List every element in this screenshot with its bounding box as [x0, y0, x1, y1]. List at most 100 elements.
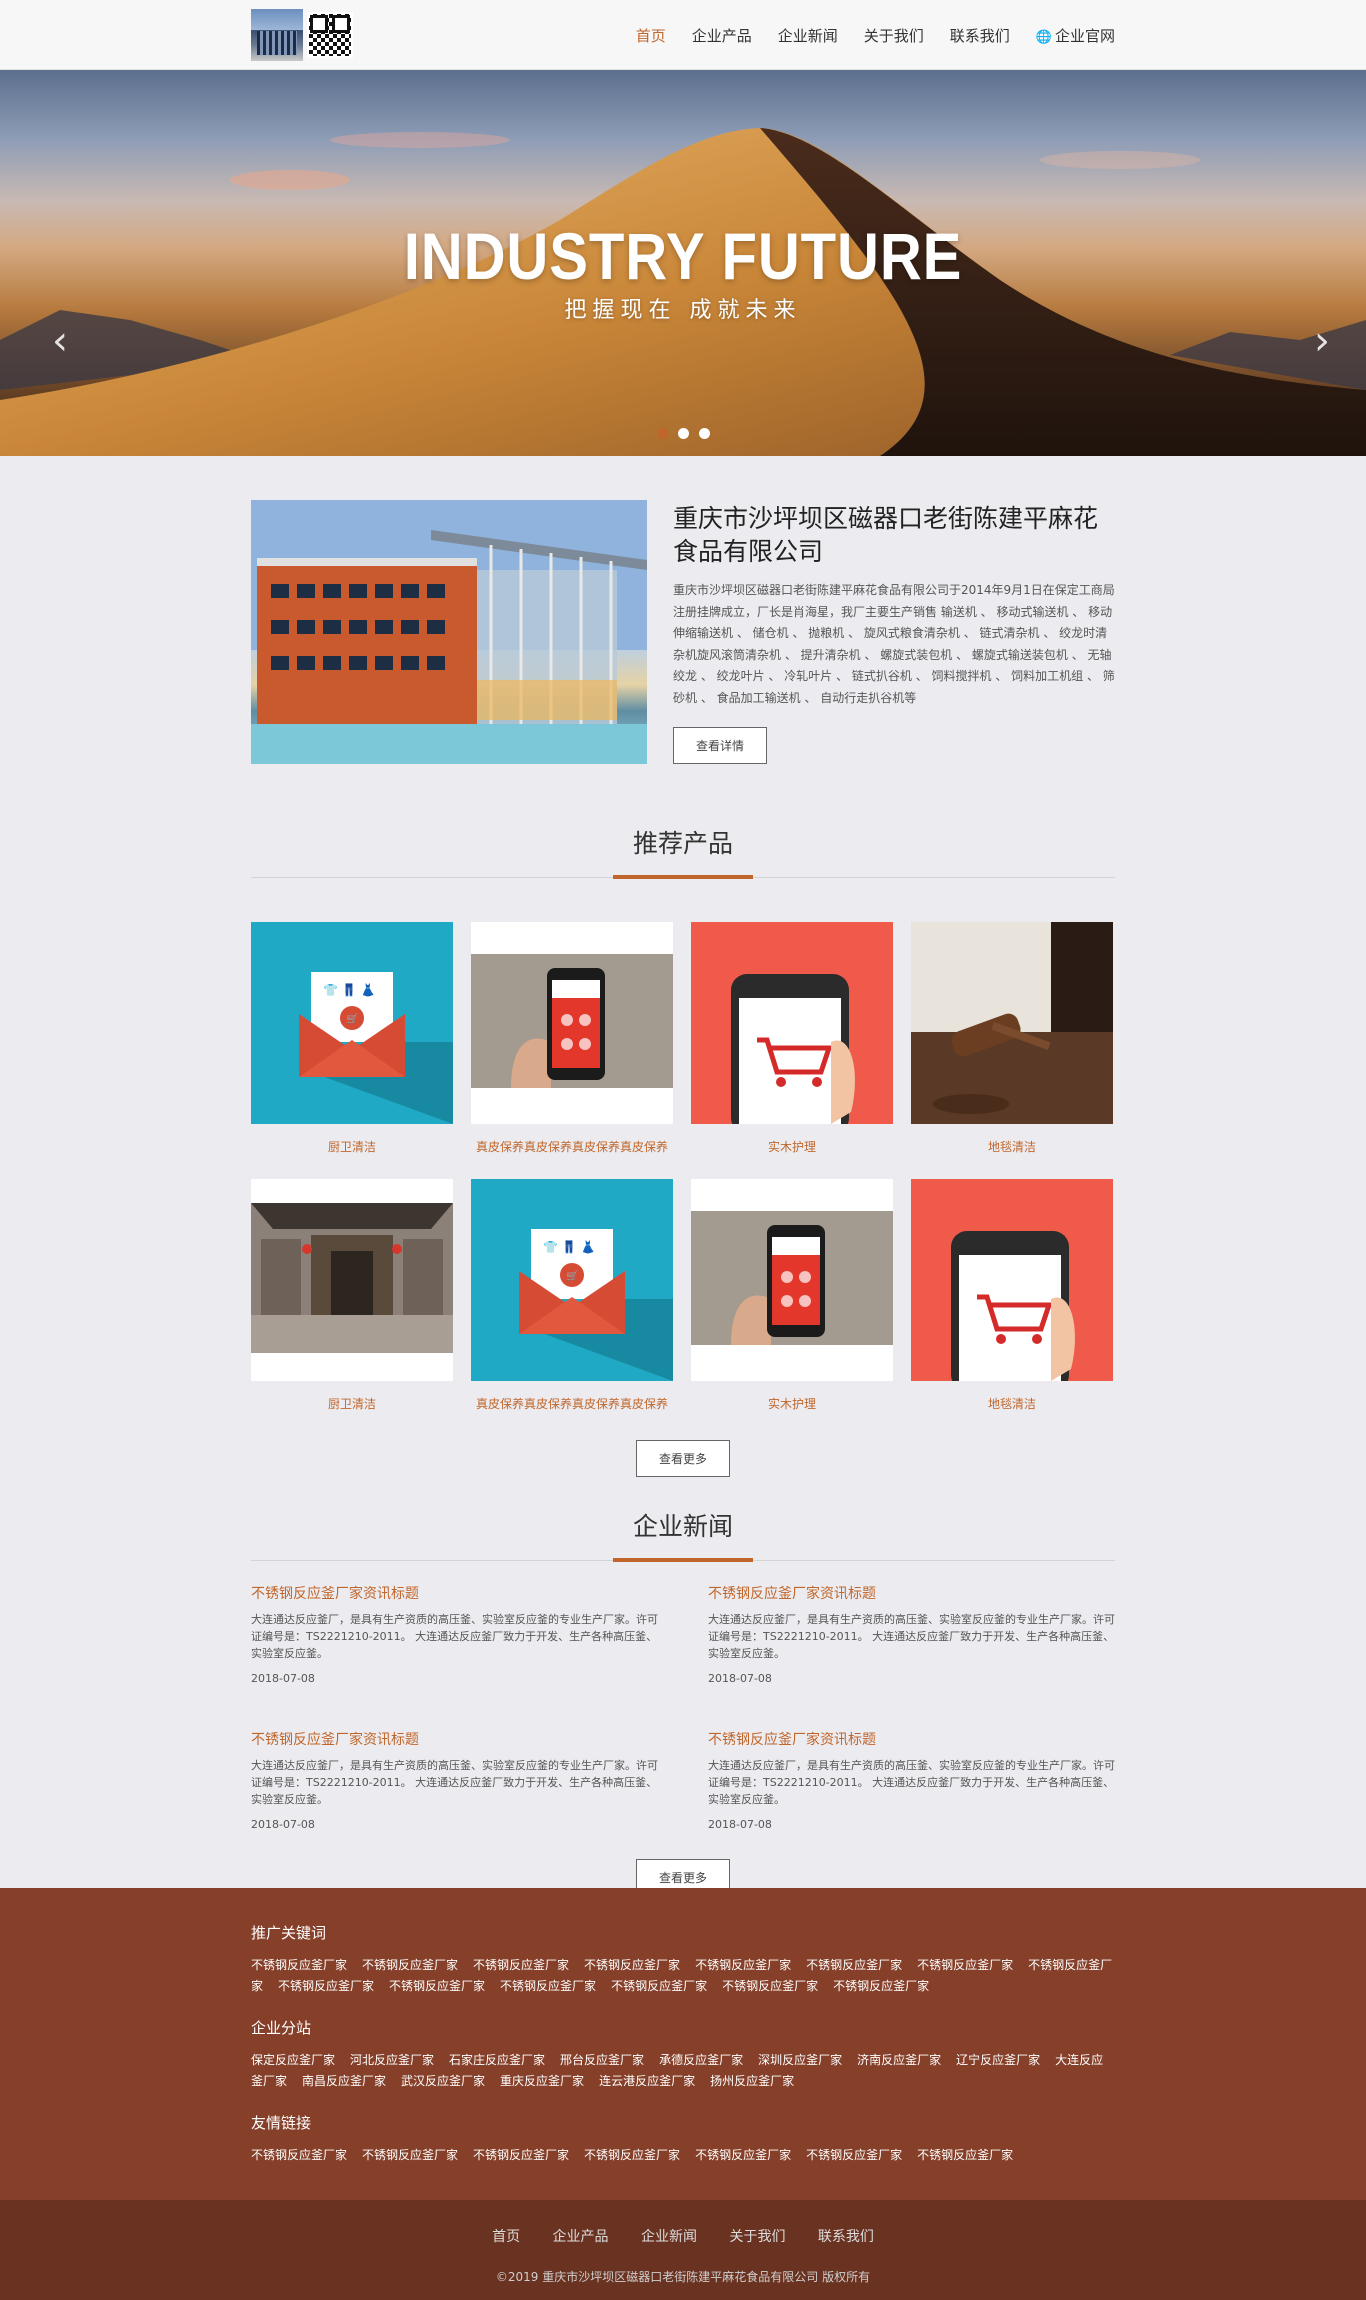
- carousel-dots: [0, 428, 1366, 439]
- footer-nav-news[interactable]: 企业新闻: [641, 2229, 697, 2245]
- nav-item-news[interactable]: 企业新闻: [778, 25, 838, 46]
- company-intro: 重庆市沙坪坝区磁器口老街陈建平麻花食品有限公司于2014年9月1日在保定工商局注…: [673, 583, 1115, 705]
- product-caption[interactable]: 地毯清洁: [911, 1395, 1113, 1412]
- footer-link[interactable]: 不锈钢反应釜厂家: [500, 1979, 596, 1993]
- product-image-phone-cart: [911, 1179, 1113, 1381]
- footer-link[interactable]: 不锈钢反应釜厂家: [695, 2148, 791, 2162]
- news-title[interactable]: 不锈钢反应釜厂家资讯标题: [251, 1583, 658, 1603]
- news-title[interactable]: 不锈钢反应釜厂家资讯标题: [708, 1583, 1115, 1603]
- product-caption[interactable]: 地毯清洁: [911, 1138, 1113, 1155]
- product-caption[interactable]: 实木护理: [691, 1395, 893, 1412]
- footer-nav-home[interactable]: 首页: [492, 2229, 520, 2245]
- footer-link[interactable]: 不锈钢反应釜厂家: [389, 1979, 485, 1993]
- news-item: 不锈钢反应釜厂家资讯标题 大连通达反应釜厂，是具有生产资质的高压釜、实验室反应釜…: [708, 1729, 1115, 1831]
- product-card[interactable]: 地毯清洁: [911, 1179, 1113, 1412]
- heading-accent-bar: [613, 875, 753, 879]
- news-heading-block: 企业新闻: [251, 1507, 1115, 1562]
- nav-item-contact[interactable]: 联系我们: [950, 25, 1010, 46]
- footer-link[interactable]: 不锈钢反应釜厂家: [722, 1979, 818, 1993]
- news-heading: 企业新闻: [632, 1512, 733, 1541]
- footer-link[interactable]: 不锈钢反应釜厂家: [833, 1979, 929, 1993]
- products-heading-block: 推荐产品: [251, 824, 1115, 879]
- svg-text:👕 👖 👗: 👕 👖 👗: [323, 983, 375, 997]
- news-title[interactable]: 不锈钢反应釜厂家资讯标题: [251, 1729, 658, 1749]
- footer-nav-products[interactable]: 企业产品: [553, 2229, 609, 2245]
- carousel-dot-3[interactable]: [698, 428, 710, 439]
- footer-link[interactable]: 石家庄反应釜厂家: [449, 2053, 545, 2067]
- product-card[interactable]: 👕 👖 👗 🛒 厨卫清洁: [251, 922, 453, 1155]
- products-more-button[interactable]: 查看更多: [635, 1440, 730, 1477]
- footer-link[interactable]: 不锈钢反应釜厂家: [611, 1979, 707, 1993]
- footer-link[interactable]: 保定反应釜厂家: [251, 2053, 335, 2067]
- footer-link[interactable]: 南昌反应釜厂家: [302, 2074, 386, 2088]
- view-details-button[interactable]: 查看详情: [673, 727, 768, 764]
- footer-link[interactable]: 不锈钢反应釜厂家: [362, 1958, 458, 1972]
- product-caption[interactable]: 实木护理: [691, 1138, 893, 1155]
- product-caption[interactable]: 真皮保养真皮保养真皮保养真皮保养: [471, 1138, 673, 1155]
- news-summary: 大连通达反应釜厂，是具有生产资质的高压釜、实验室反应釜的专业生产厂家。许可证编号…: [251, 1759, 658, 1806]
- news-list: 不锈钢反应釜厂家资讯标题 大连通达反应釜厂，是具有生产资质的高压釜、实验室反应釜…: [251, 1583, 1115, 1831]
- footer-link[interactable]: 不锈钢反应釜厂家: [806, 1958, 902, 1972]
- nav-item-official-site[interactable]: 🌐 企业官网: [1036, 25, 1115, 46]
- footer-link[interactable]: 不锈钢反应釜厂家: [695, 1958, 791, 1972]
- footer-link[interactable]: 不锈钢反应釜厂家: [251, 2148, 347, 2162]
- footer-link[interactable]: 武汉反应釜厂家: [401, 2074, 485, 2088]
- products-heading: 推荐产品: [632, 829, 733, 858]
- footer-link[interactable]: 不锈钢反应釜厂家: [584, 2148, 680, 2162]
- footer-link[interactable]: 不锈钢反应釜厂家: [917, 2148, 1013, 2162]
- footer-link[interactable]: 不锈钢反应釜厂家: [806, 2148, 902, 2162]
- banner-next-arrow-icon[interactable]: ›: [1314, 318, 1330, 364]
- footer-link[interactable]: 不锈钢反应釜厂家: [278, 1979, 374, 1993]
- product-card[interactable]: 真皮保养真皮保养真皮保养真皮保养: [471, 922, 673, 1155]
- nav-item-home[interactable]: 首页: [636, 25, 666, 46]
- product-card[interactable]: 地毯清洁: [911, 922, 1113, 1155]
- footer-link[interactable]: 承德反应釜厂家: [659, 2053, 743, 2067]
- product-card[interactable]: 👕 👖 👗 🛒 真皮保养真皮保养真皮保养真皮保养: [471, 1179, 673, 1412]
- footer-link[interactable]: 邢台反应釜厂家: [560, 2053, 644, 2067]
- footer-link[interactable]: 连云港反应釜厂家: [599, 2074, 695, 2088]
- carousel-dot-2[interactable]: [677, 428, 689, 439]
- product-caption[interactable]: 厨卫清洁: [251, 1138, 453, 1155]
- svg-text:🛒: 🛒: [346, 1012, 358, 1025]
- footer-link[interactable]: 济南反应釜厂家: [857, 2053, 941, 2067]
- nav-item-products[interactable]: 企业产品: [692, 25, 752, 46]
- nav-item-about[interactable]: 关于我们: [864, 25, 924, 46]
- svg-text:👕 👖 👗: 👕 👖 👗: [543, 1240, 595, 1254]
- news-summary: 大连通达反应釜厂，是具有生产资质的高压釜、实验室反应釜的专业生产厂家。许可证编号…: [251, 1613, 658, 1660]
- footer-link[interactable]: 不锈钢反应釜厂家: [473, 2148, 569, 2162]
- banner-title: INDUSTRY FUTURE: [403, 219, 963, 293]
- product-caption[interactable]: 真皮保养真皮保养真皮保养真皮保养: [471, 1395, 673, 1412]
- footer-links-area: 推广关键词 不锈钢反应釜厂家 不锈钢反应釜厂家 不锈钢反应釜厂家 不锈钢反应釜厂家 不锈…: [0, 1888, 1366, 2200]
- product-card[interactable]: 厨卫清洁: [251, 1179, 453, 1412]
- footer-nav-about[interactable]: 关于我们: [729, 2229, 785, 2245]
- news-date: 2018-07-08: [708, 1818, 772, 1831]
- footer-friends-list: 不锈钢反应釜厂家 不锈钢反应釜厂家 不锈钢反应釜厂家 不锈钢反应釜厂家 不锈钢反应釜厂家…: [251, 2145, 1115, 2166]
- product-image-courtyard: [251, 1179, 453, 1381]
- logo[interactable]: [251, 9, 353, 61]
- footer-link[interactable]: 不锈钢反应釜厂家: [917, 1958, 1013, 1972]
- product-card[interactable]: 实木护理: [691, 922, 893, 1155]
- product-image-envelope: 👕 👖 👗 🛒: [471, 1179, 673, 1381]
- footer-keywords-block: 推广关键词 不锈钢反应釜厂家 不锈钢反应釜厂家 不锈钢反应釜厂家 不锈钢反应釜厂家 不锈…: [251, 1922, 1115, 1997]
- footer-link[interactable]: 辽宁反应釜厂家: [956, 2053, 1040, 2067]
- news-item: 不锈钢反应釜厂家资讯标题 大连通达反应釜厂，是具有生产资质的高压釜、实验室反应釜…: [251, 1729, 658, 1831]
- product-image-phone-hand: [471, 922, 673, 1124]
- footer-link[interactable]: 河北反应釜厂家: [350, 2053, 434, 2067]
- footer-link[interactable]: 不锈钢反应釜厂家: [251, 1958, 347, 1972]
- product-card[interactable]: 实木护理: [691, 1179, 893, 1412]
- footer-link[interactable]: 不锈钢反应釜厂家: [362, 2148, 458, 2162]
- footer-friends-block: 友情链接 不锈钢反应釜厂家 不锈钢反应釜厂家 不锈钢反应釜厂家 不锈钢反应釜厂家 不锈钢…: [251, 2112, 1115, 2166]
- footer-link[interactable]: 不锈钢反应釜厂家: [473, 1958, 569, 1972]
- footer-link[interactable]: 深圳反应釜厂家: [758, 2053, 842, 2067]
- banner-prev-arrow-icon[interactable]: ‹: [52, 318, 68, 364]
- about-section: 重庆市沙坪坝区磁器口老街陈建平麻花食品有限公司 重庆市沙坪坝区磁器口老街陈建平麻…: [0, 456, 1366, 796]
- carousel-dot-1[interactable]: [656, 428, 668, 439]
- news-title[interactable]: 不锈钢反应釜厂家资讯标题: [708, 1729, 1115, 1749]
- qr-code-image: [307, 12, 353, 58]
- footer-link[interactable]: 扬州反应釜厂家: [710, 2074, 794, 2088]
- footer-link[interactable]: 不锈钢反应釜厂家: [584, 1958, 680, 1972]
- product-caption[interactable]: 厨卫清洁: [251, 1395, 453, 1412]
- footer-link[interactable]: 重庆反应釜厂家: [500, 2074, 584, 2088]
- heading-accent-bar: [613, 1558, 753, 1562]
- footer-nav-contact[interactable]: 联系我们: [818, 2229, 874, 2245]
